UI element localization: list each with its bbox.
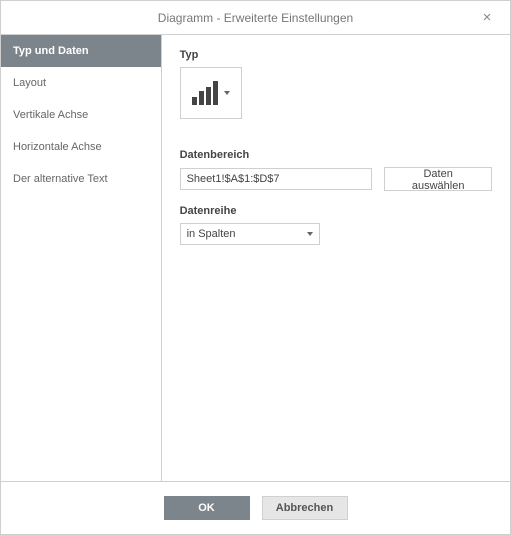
sidebar-item-label: Layout <box>13 77 46 89</box>
chart-advanced-settings-dialog: Diagramm - Erweiterte Einstellungen × Ty… <box>0 0 511 535</box>
chart-type-selector[interactable] <box>180 67 242 119</box>
sidebar: Typ und Daten Layout Vertikale Achse Hor… <box>1 35 162 481</box>
dialog-titlebar: Diagramm - Erweiterte Einstellungen × <box>1 1 510 35</box>
data-range-label: Datenbereich <box>180 149 492 161</box>
data-series-select[interactable]: in Spalten <box>180 223 320 245</box>
sidebar-item-horizontal-axis[interactable]: Horizontale Achse <box>1 131 161 163</box>
sidebar-item-label: Der alternative Text <box>13 173 108 185</box>
content-panel: Typ Datenbereich Daten auswählen Datenre… <box>162 35 510 481</box>
sidebar-item-type-and-data[interactable]: Typ und Daten <box>1 35 161 67</box>
sidebar-item-label: Vertikale Achse <box>13 109 88 121</box>
dialog-body: Typ und Daten Layout Vertikale Achse Hor… <box>1 35 510 481</box>
cancel-button[interactable]: Abbrechen <box>262 496 348 520</box>
data-range-input[interactable] <box>180 168 373 190</box>
sidebar-item-vertical-axis[interactable]: Vertikale Achse <box>1 99 161 131</box>
chevron-down-icon <box>307 232 313 236</box>
column-chart-icon <box>192 81 218 105</box>
select-data-button[interactable]: Daten auswählen <box>384 167 492 191</box>
type-label: Typ <box>180 49 492 61</box>
sidebar-item-label: Horizontale Achse <box>13 141 102 153</box>
dialog-footer: OK Abbrechen <box>1 481 510 534</box>
sidebar-item-label: Typ und Daten <box>13 45 89 57</box>
data-series-label: Datenreihe <box>180 205 492 217</box>
dialog-title: Diagramm - Erweiterte Einstellungen <box>158 11 353 25</box>
chevron-down-icon <box>224 91 230 95</box>
sidebar-item-layout[interactable]: Layout <box>1 67 161 99</box>
sidebar-item-alt-text[interactable]: Der alternative Text <box>1 163 161 195</box>
close-icon[interactable]: × <box>472 1 502 35</box>
data-series-value: in Spalten <box>187 228 236 240</box>
ok-button[interactable]: OK <box>164 496 250 520</box>
